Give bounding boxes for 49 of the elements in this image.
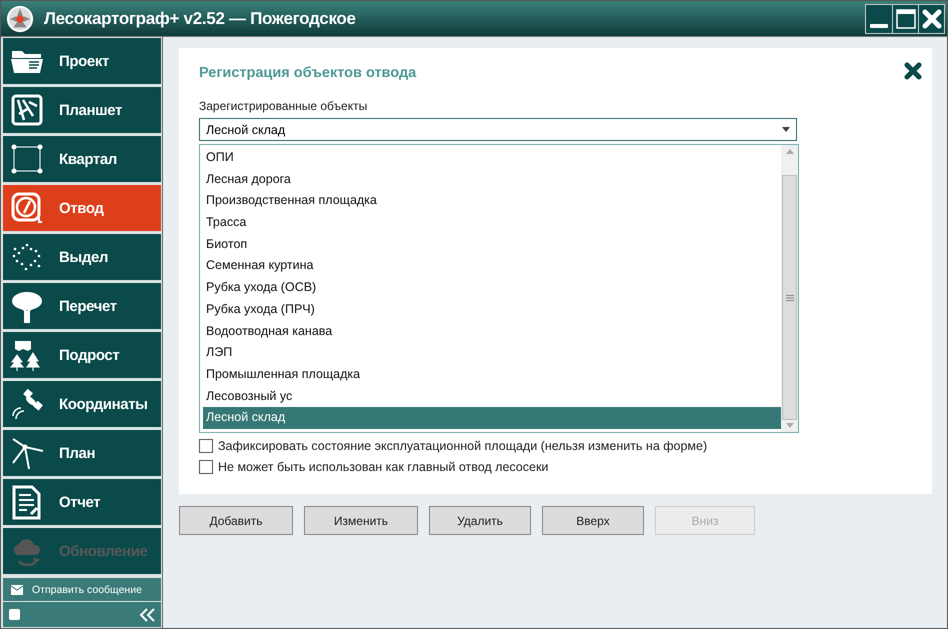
- sidebar-item[interactable]: Отвод: [3, 185, 161, 232]
- checkbox[interactable]: [199, 439, 213, 453]
- list-item[interactable]: Биотоп: [203, 234, 781, 256]
- minimize-button[interactable]: [866, 4, 892, 32]
- list-item[interactable]: Лесная дорога: [203, 168, 781, 190]
- list-item[interactable]: Рубка ухода (ОСВ): [203, 277, 781, 299]
- action-button[interactable]: Изменить: [304, 506, 418, 535]
- sidebar-item[interactable]: Выдел: [3, 234, 161, 281]
- list-item[interactable]: Трасса: [203, 212, 781, 234]
- maximize-icon: [894, 8, 916, 30]
- collapse-icon[interactable]: [139, 608, 155, 622]
- list-item[interactable]: Лесной склад: [203, 407, 781, 429]
- send-message-button[interactable]: Отправить сообщение: [3, 578, 161, 601]
- sidebar-item[interactable]: Подрост: [3, 332, 161, 379]
- checkbox[interactable]: [199, 460, 213, 474]
- sidebar-item[interactable]: Квартал: [3, 136, 161, 183]
- list-item[interactable]: Лесовозный ус: [203, 386, 781, 408]
- list-item[interactable]: Рубка ухода (ПРЧ): [203, 298, 781, 320]
- action-button[interactable]: Вверх: [542, 506, 644, 535]
- form-title: Регистрация объектов отвода: [199, 65, 416, 81]
- list-item[interactable]: Производственная площадка: [203, 190, 781, 212]
- sidebar-item[interactable]: Координаты: [3, 381, 161, 428]
- checkbox-option[interactable]: Зафиксировать состояние эксплуатационной площади (нельзя изменить на форме): [199, 439, 922, 453]
- minimize-icon: [870, 24, 888, 28]
- sidebar-item[interactable]: Планшет: [3, 87, 161, 134]
- list-item[interactable]: ЛЭП: [203, 342, 781, 364]
- close-icon[interactable]: [904, 62, 922, 80]
- sidebar-item[interactable]: Проект: [3, 38, 161, 85]
- list-item[interactable]: Семенная куртина: [203, 255, 781, 278]
- envelope-icon: [11, 584, 23, 594]
- objects-dropdown[interactable]: Лесной склад: [199, 118, 797, 141]
- maximize-button[interactable]: [892, 4, 918, 32]
- logo-icon: [6, 4, 34, 32]
- square-icon: [9, 609, 20, 620]
- list-item[interactable]: Промышленная площадка: [203, 364, 781, 386]
- checkbox-option[interactable]: Не может быть использован как главный отвод лесосеки: [199, 460, 922, 474]
- sidebar-item[interactable]: Перечет: [3, 283, 161, 330]
- sidebar-item[interactable]: План: [3, 430, 161, 477]
- sidebar-item[interactable]: Отчет: [3, 479, 161, 526]
- action-button[interactable]: Удалить: [429, 506, 531, 535]
- dropdown-arrow-icon: [782, 127, 790, 132]
- list-item[interactable]: Водоотводная канава: [203, 320, 781, 342]
- window-title: Лесокартограф+ v2.52 — Пожегодское: [44, 8, 357, 28]
- close-icon: [920, 8, 942, 30]
- list-item[interactable]: ОПИ: [203, 147, 781, 169]
- grip-icon: [786, 294, 794, 300]
- close-button[interactable]: [918, 4, 944, 32]
- field-label: Зарегистрированные объекты: [199, 99, 368, 113]
- action-button[interactable]: Добавить: [179, 506, 293, 535]
